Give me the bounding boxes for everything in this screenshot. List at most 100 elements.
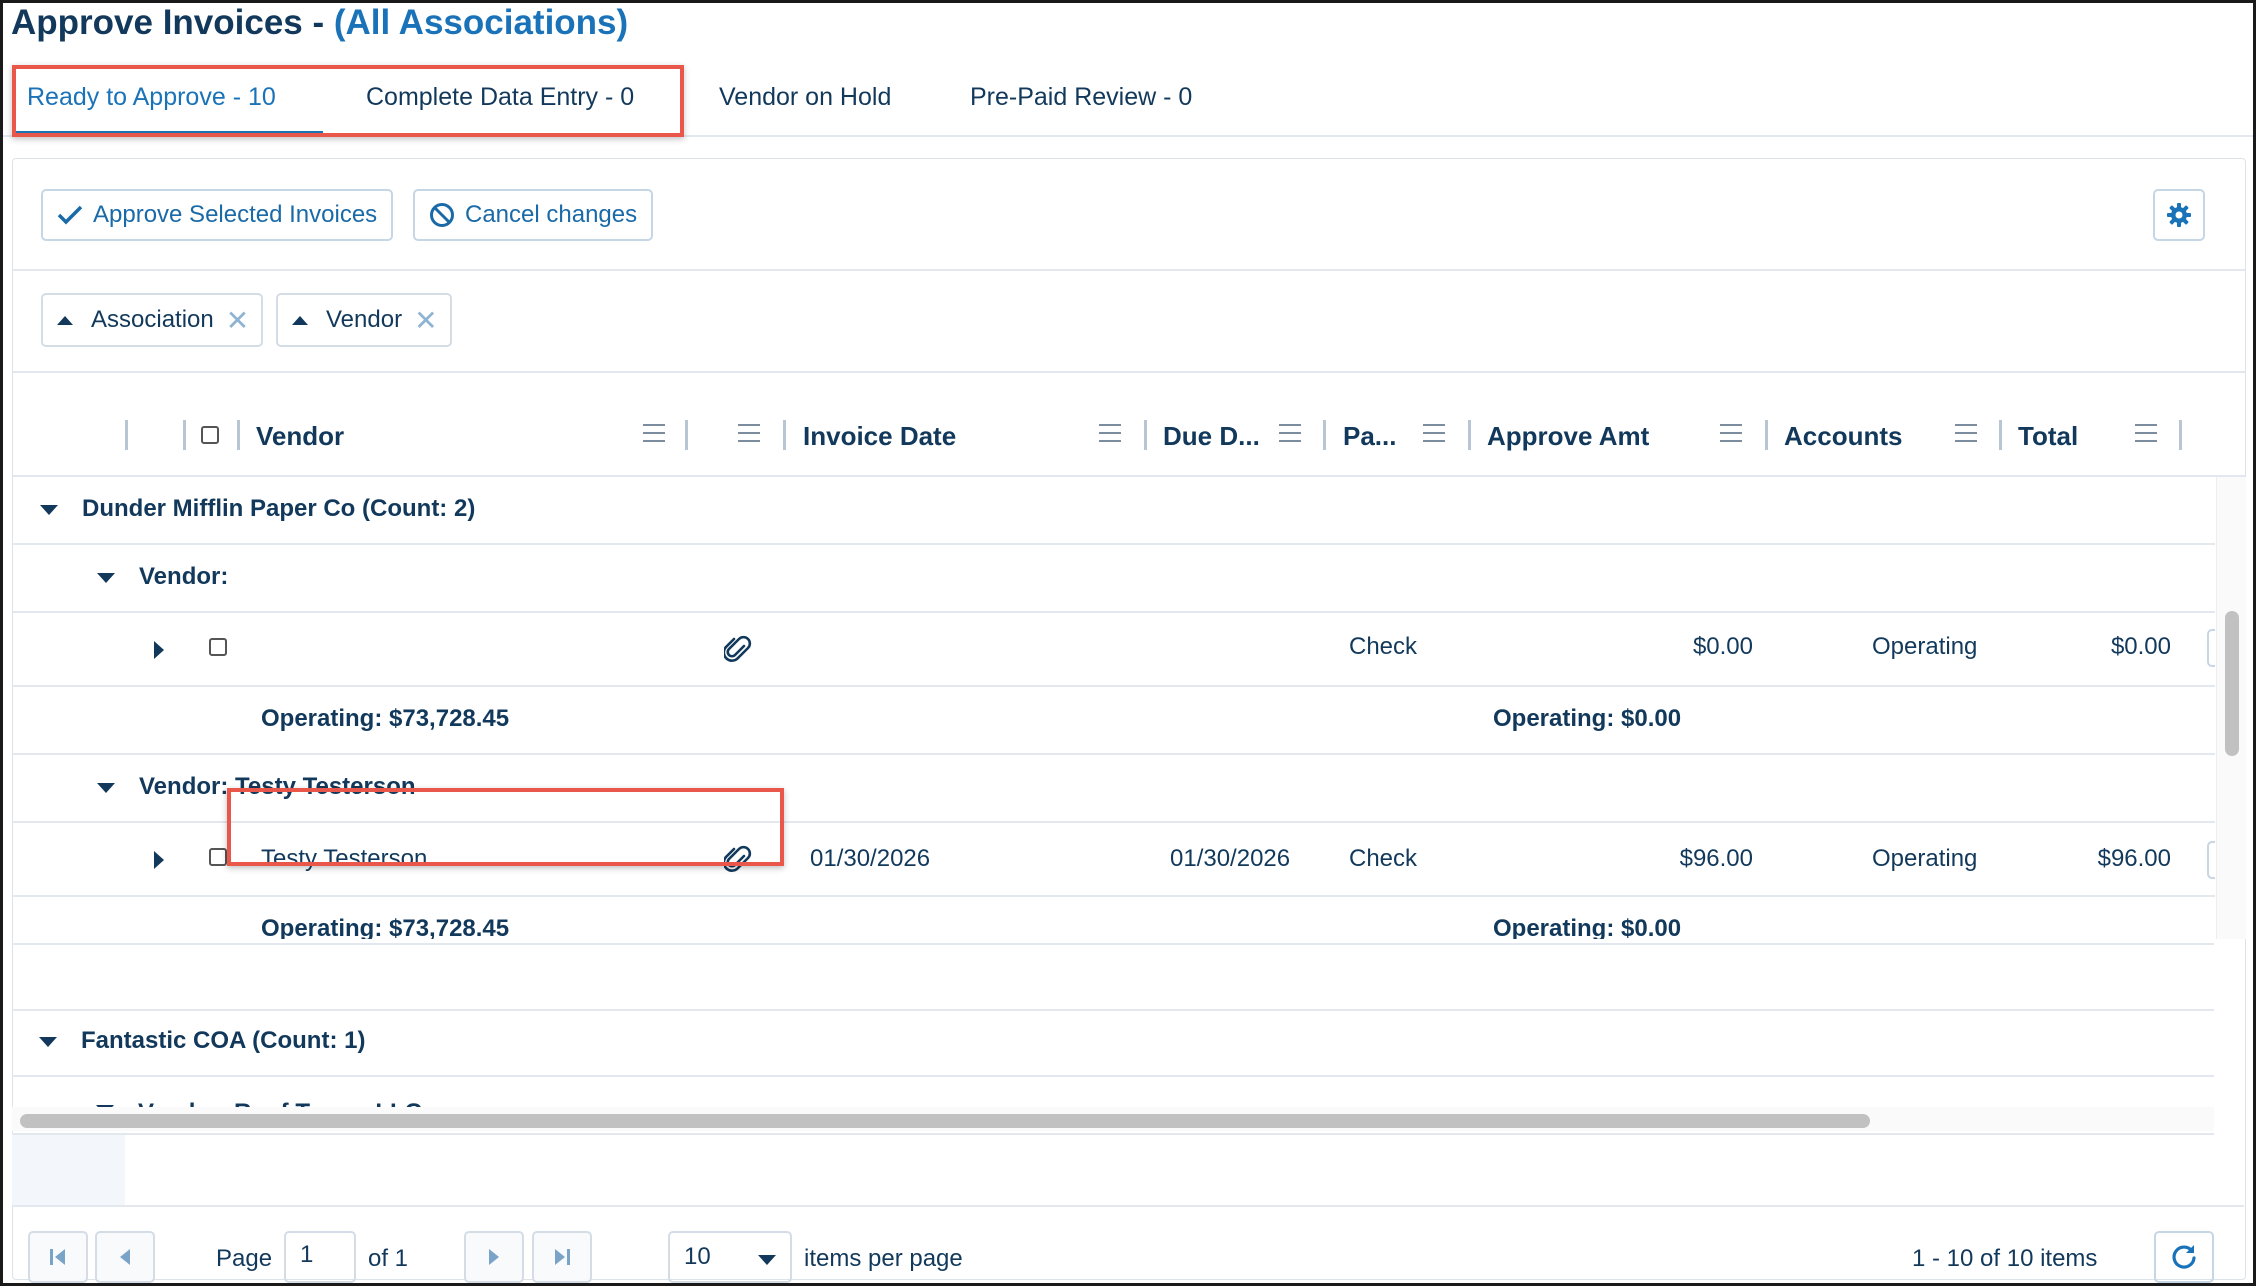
cell-pay-type: Check xyxy=(1349,845,1418,872)
vertical-scrollbar[interactable] xyxy=(2216,477,2246,939)
column-menu-icon[interactable] xyxy=(2135,424,2157,448)
column-resize-handle[interactable] xyxy=(237,420,240,450)
group-row-association[interactable]: Dunder Mifflin Paper Co (Count: 2) xyxy=(13,477,2215,545)
column-menu-icon[interactable] xyxy=(1955,424,1977,448)
row-checkbox[interactable] xyxy=(209,848,227,866)
row-action-button[interactable] xyxy=(2207,629,2215,667)
column-resize-handle[interactable] xyxy=(685,420,688,450)
column-header-total[interactable]: Total xyxy=(2018,421,2078,452)
scroll-divider xyxy=(12,1133,2214,1135)
grid-body: Dunder Mifflin Paper Co (Count: 2) Vendo… xyxy=(13,477,2215,939)
column-resize-handle[interactable] xyxy=(1323,420,1326,450)
cell-approve-amt[interactable]: $0.00 xyxy=(1553,633,1753,661)
next-page-icon xyxy=(489,1249,499,1265)
select-all-checkbox[interactable] xyxy=(201,426,219,444)
column-menu-icon[interactable] xyxy=(643,424,665,448)
first-page-icon xyxy=(50,1249,65,1265)
column-resize-handle[interactable] xyxy=(125,420,128,450)
collapse-group-icon[interactable] xyxy=(40,505,58,515)
column-header-accounts[interactable]: Accounts xyxy=(1784,421,1902,452)
cell-pay-type: Check xyxy=(1349,633,1418,660)
cell-total: $0.00 xyxy=(2110,633,2171,660)
column-menu-icon[interactable] xyxy=(1423,424,1445,448)
group-title: Fantastic COA (Count: 1) xyxy=(81,1027,366,1054)
settings-button[interactable] xyxy=(2153,189,2205,241)
approve-selected-button[interactable]: Approve Selected Invoices xyxy=(41,189,394,241)
group-chip-vendor[interactable]: Vendor ✕ xyxy=(276,293,452,347)
association-scope-link[interactable]: (All Associations) xyxy=(334,3,628,42)
group-chip-label: Association xyxy=(91,306,214,333)
horizontal-scroll-thumb[interactable] xyxy=(20,1114,1870,1128)
previous-page-button[interactable] xyxy=(95,1231,155,1283)
group-row-vendor[interactable]: Vendor: xyxy=(13,545,2215,613)
chevron-down-icon xyxy=(758,1255,776,1265)
column-header-due-date[interactable]: Due D... xyxy=(1163,421,1260,452)
page-count-label: of 1 xyxy=(368,1245,409,1272)
remove-group-icon[interactable]: ✕ xyxy=(414,304,437,337)
column-header-vendor[interactable]: Vendor xyxy=(256,421,344,452)
column-resize-handle[interactable] xyxy=(2179,420,2182,450)
group-footer-approve-operating: Operating: $0.00 xyxy=(1493,705,1682,732)
paperclip-icon[interactable] xyxy=(724,843,752,873)
column-resize-handle[interactable] xyxy=(183,420,186,450)
column-menu-icon[interactable] xyxy=(1099,424,1121,448)
column-header-pay-type[interactable]: Pa... xyxy=(1343,421,1396,452)
cancel-changes-label: Cancel changes xyxy=(465,201,638,228)
column-resize-handle[interactable] xyxy=(1765,420,1768,450)
page-size-select[interactable]: 10 xyxy=(668,1231,792,1283)
column-menu-icon[interactable] xyxy=(1279,424,1301,448)
remove-group-icon[interactable]: ✕ xyxy=(226,304,249,337)
page-size-value: 10 xyxy=(684,1243,711,1270)
expand-row-icon[interactable] xyxy=(154,851,164,869)
group-footer-operating: Operating: $73,728.45 xyxy=(261,705,510,732)
items-summary: 1 - 10 of 10 items xyxy=(1912,1245,2098,1272)
collapse-group-icon[interactable] xyxy=(97,783,115,793)
column-header-approve-amt[interactable]: Approve Amt xyxy=(1487,421,1649,452)
groupbar-divider xyxy=(13,371,2245,373)
last-page-button[interactable] xyxy=(532,1231,592,1283)
page-number-input[interactable]: 1 xyxy=(284,1231,356,1283)
active-tab-indicator xyxy=(13,131,323,135)
table-row[interactable]: Testy Testerson 01/30/2026 01/30/2026 Ch… xyxy=(13,823,2215,897)
cancel-changes-button[interactable]: Cancel changes xyxy=(413,189,654,241)
group-footer-approve-operating: Operating: $0.00 xyxy=(1493,915,1682,939)
table-row[interactable]: Check $0.00 Operating $0.00 xyxy=(13,613,2215,687)
row-action-button[interactable] xyxy=(2207,841,2215,879)
last-page-icon xyxy=(555,1249,570,1265)
first-page-button[interactable] xyxy=(28,1231,88,1283)
tab-ready-to-approve[interactable]: Ready to Approve - 10 xyxy=(27,83,276,112)
tab-vendor-on-hold[interactable]: Vendor on Hold xyxy=(719,83,891,112)
column-resize-handle[interactable] xyxy=(1144,420,1147,450)
next-page-button[interactable] xyxy=(464,1231,524,1283)
collapse-group-icon[interactable] xyxy=(39,1037,57,1047)
column-resize-handle[interactable] xyxy=(783,420,786,450)
group-row-association[interactable]: Fantastic COA (Count: 1) xyxy=(12,1009,2214,1077)
group-title: Vendor: xyxy=(139,563,229,590)
group-chip-association[interactable]: Association ✕ xyxy=(41,293,264,347)
items-per-page-label: items per page xyxy=(804,1245,963,1272)
refresh-button[interactable] xyxy=(2154,1231,2214,1283)
tab-complete-data-entry[interactable]: Complete Data Entry - 0 xyxy=(366,83,634,112)
row-checkbox[interactable] xyxy=(209,638,227,656)
group-footer-row: Operating: $73,728.45 Operating: $0.00 xyxy=(13,687,2215,755)
expand-row-icon[interactable] xyxy=(154,641,164,659)
column-resize-handle[interactable] xyxy=(1468,420,1471,450)
group-chip-label: Vendor xyxy=(326,306,403,333)
column-header-invoice-date[interactable]: Invoice Date xyxy=(803,421,956,452)
sort-ascending-icon xyxy=(57,315,73,325)
paperclip-icon[interactable] xyxy=(724,633,752,663)
horizontal-scrollbar[interactable] xyxy=(12,1107,2214,1131)
page-title: Approve Invoices - (All Associations) xyxy=(11,3,628,43)
column-resize-handle[interactable] xyxy=(1999,420,2002,450)
column-menu-icon[interactable] xyxy=(738,424,760,448)
group-row-vendor[interactable]: Vendor: Testy Testerson xyxy=(13,755,2215,823)
cell-approve-amt[interactable]: $96.00 xyxy=(1553,845,1753,873)
tab-pre-paid-review[interactable]: Pre-Paid Review - 0 xyxy=(970,83,1192,112)
collapse-group-icon[interactable] xyxy=(97,573,115,583)
cell-vendor[interactable]: Testy Testerson xyxy=(261,845,427,873)
column-menu-icon[interactable] xyxy=(1720,424,1742,448)
vertical-scroll-thumb[interactable] xyxy=(2225,611,2239,756)
checkmark-icon xyxy=(57,205,83,225)
tab-bar: Ready to Approve - 10 Complete Data Entr… xyxy=(3,63,2253,137)
cell-accounts: Operating xyxy=(1872,845,1978,872)
